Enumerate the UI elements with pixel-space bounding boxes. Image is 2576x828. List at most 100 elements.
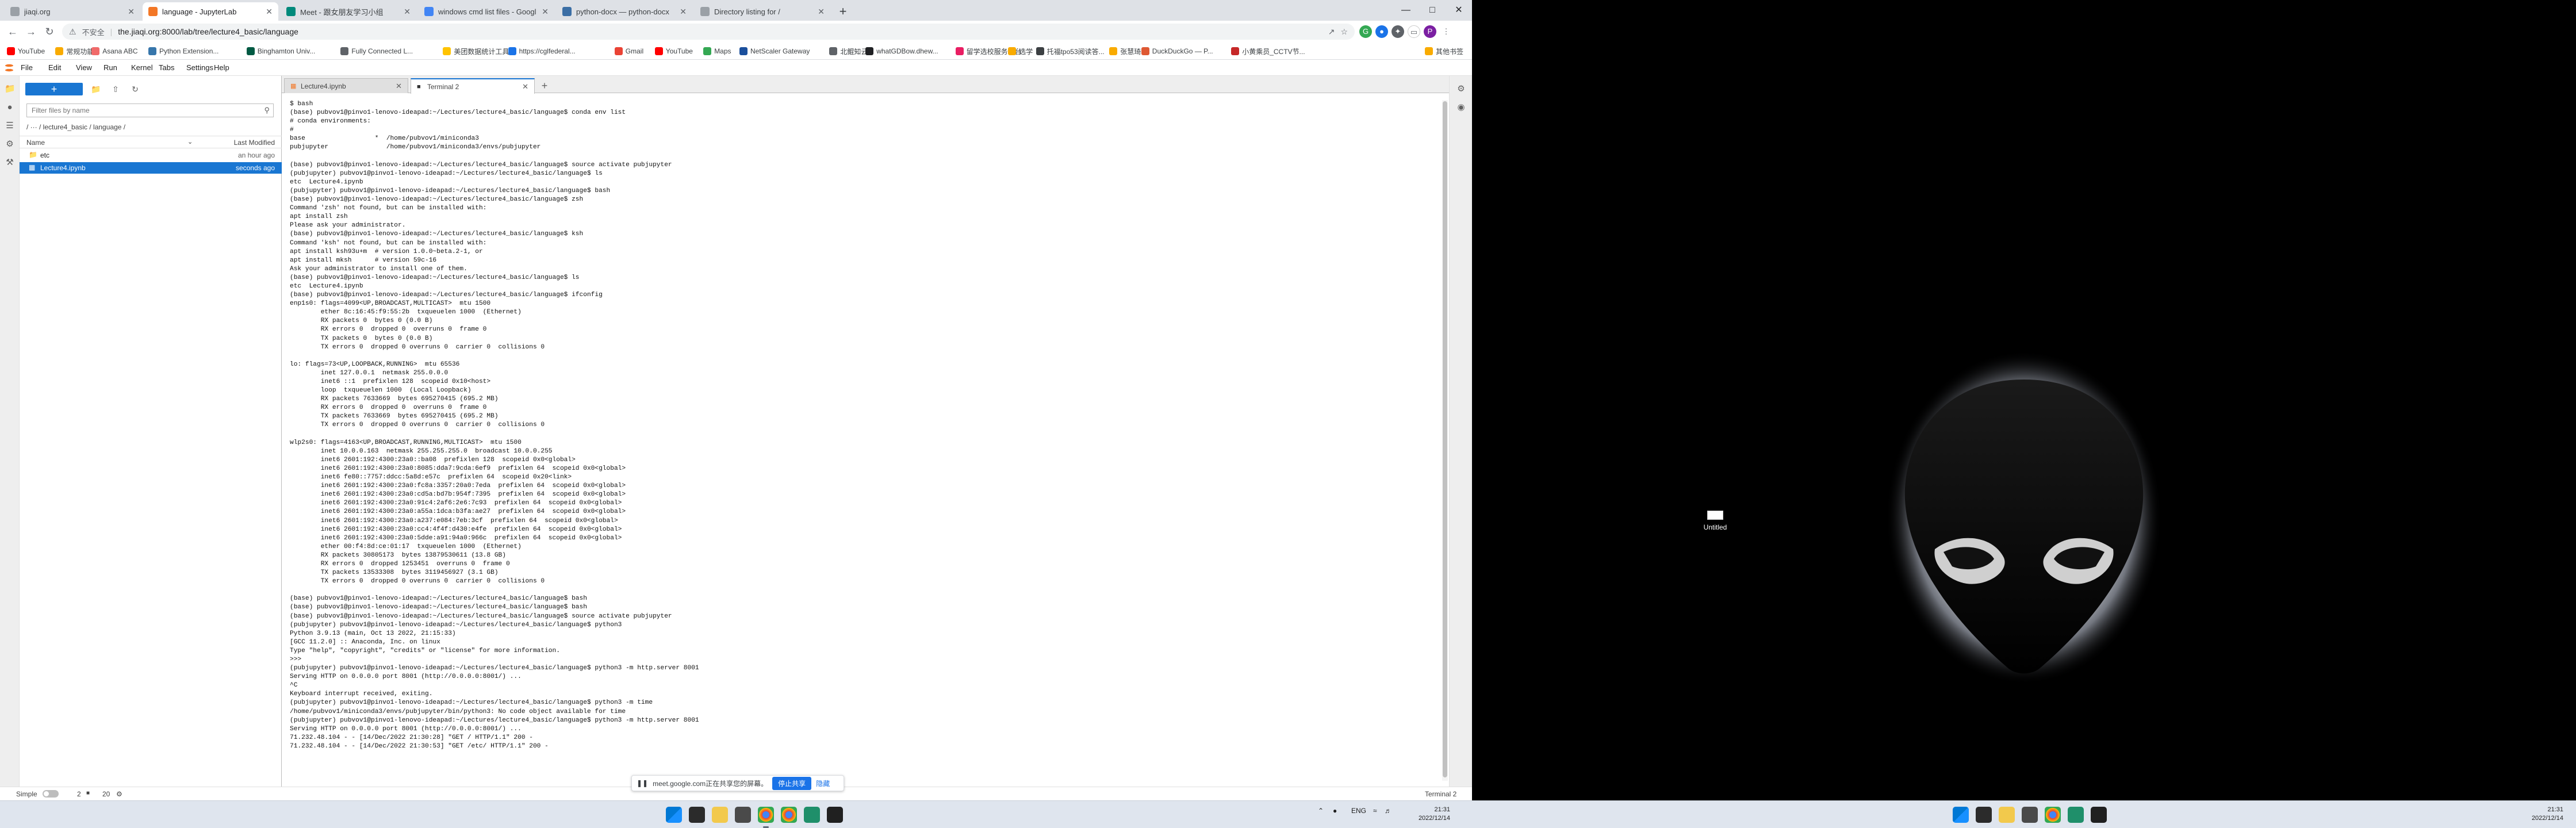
sort-chevron-icon[interactable]: ⌄	[187, 138, 193, 145]
menu-edit[interactable]: Edit	[48, 63, 61, 72]
windows-start-icon[interactable]	[1953, 807, 1969, 823]
bookmark-item[interactable]: Gmail	[614, 46, 643, 56]
back-icon[interactable]: ←	[5, 24, 21, 40]
bookmark-item[interactable]: 北鲲知云	[829, 46, 868, 56]
bookmark-item[interactable]: 选学	[1008, 46, 1033, 56]
bookmark-item[interactable]: https://cglfederal...	[508, 46, 576, 56]
maximize-icon[interactable]: □	[1419, 0, 1446, 21]
bookmark-item[interactable]: NetScaler Gateway	[739, 46, 810, 56]
new-tab-button[interactable]: +	[835, 3, 851, 20]
folder-icon[interactable]: 📁	[5, 84, 16, 94]
commands-icon[interactable]: ☰	[5, 121, 15, 131]
menu-settings[interactable]: Settings	[186, 63, 213, 72]
close-tab-icon[interactable]: ✕	[128, 7, 135, 17]
filter-input[interactable]: Filter files by name ⚲	[26, 103, 274, 117]
wifi-icon[interactable]: ≈	[1373, 807, 1377, 815]
browser-tab[interactable]: Directory listing for / ✕	[695, 2, 830, 21]
menu-help[interactable]: Help	[214, 63, 229, 72]
minimize-icon[interactable]: —	[1393, 0, 1419, 21]
clock[interactable]: 21:31 2022/12/14	[1409, 806, 1450, 823]
close-tab-icon[interactable]: ✕	[522, 82, 528, 91]
bookmark-item[interactable]: YouTube	[7, 46, 45, 56]
extension-icon[interactable]: ●	[1375, 25, 1388, 38]
sidepanel-icon[interactable]: ▭	[1408, 25, 1420, 38]
store-icon[interactable]	[2022, 807, 2038, 823]
file-explorer-icon[interactable]	[1999, 807, 2015, 823]
running-icon[interactable]: ●	[5, 102, 15, 113]
bookmark-item[interactable]: 小黄乘员_CCTV节...	[1231, 46, 1305, 56]
terminal-app-icon[interactable]	[827, 807, 843, 823]
document-tab[interactable]: ■ Terminal 2 ✕	[411, 78, 535, 94]
close-tab-icon[interactable]: ✕	[542, 7, 549, 17]
chrome-icon[interactable]	[758, 807, 774, 823]
debugger-icon[interactable]: ◉	[1456, 102, 1466, 113]
browser-tab[interactable]: language - JupyterLab ✕	[143, 2, 278, 21]
puzzle-icon[interactable]: ✦	[1392, 25, 1404, 38]
breadcrumb[interactable]: / ··· / lecture4_basic / language /	[26, 123, 125, 131]
task-view-icon[interactable]	[689, 807, 705, 823]
bookmark-item[interactable]: 美团数据统计工具...	[443, 46, 515, 56]
desktop-icon-untitled[interactable]: Untitled	[1695, 511, 1735, 545]
terminal-count[interactable]: 20	[102, 790, 110, 798]
close-tab-icon[interactable]: ✕	[266, 7, 273, 17]
close-tab-icon[interactable]: ✕	[396, 82, 402, 91]
clock[interactable]: 21:31 2022/12/14	[2522, 806, 2563, 823]
windows-start-icon[interactable]	[666, 807, 682, 823]
extension-manager-icon[interactable]: ⚒	[5, 158, 15, 168]
store-icon[interactable]	[735, 807, 751, 823]
other-bookmarks[interactable]: 其他书签	[1425, 46, 1463, 56]
close-tab-icon[interactable]: ✕	[404, 7, 411, 17]
bookmark-item[interactable]: 常规功能	[55, 46, 94, 56]
browser-tab[interactable]: windows cmd list files - Googl ✕	[419, 2, 554, 21]
hide-share-bar-button[interactable]: 隐藏	[816, 779, 830, 788]
bookmark-item[interactable]: DuckDuckGo — P...	[1141, 46, 1213, 56]
menu-view[interactable]: View	[76, 63, 92, 72]
bookmark-item[interactable]: whatGDBow.dhew...	[865, 46, 938, 56]
address-bar[interactable]: ⚠ 不安全 | the.jiaqi.org:8000/lab/tree/lect…	[62, 24, 1355, 40]
bookmark-item[interactable]: 张慧琦	[1109, 46, 1141, 56]
file-explorer-icon[interactable]	[712, 807, 728, 823]
bookmark-item[interactable]: Binghamton Univ...	[246, 46, 315, 56]
file-row[interactable]: 📁 etc an hour ago	[20, 150, 282, 161]
terminal-scrollbar[interactable]	[1442, 100, 1448, 781]
simple-mode-toggle[interactable]	[43, 790, 59, 798]
gear-icon[interactable]: ⚙	[1456, 84, 1466, 94]
reload-icon[interactable]: ↻	[41, 24, 57, 40]
menu-run[interactable]: Run	[103, 63, 117, 72]
chrome-menu-icon[interactable]: ⋮	[1440, 25, 1452, 38]
add-tab-button[interactable]: +	[538, 79, 551, 92]
settings-icon[interactable]: ⚙	[116, 790, 122, 798]
chevron-up-icon[interactable]: ⌃	[1318, 807, 1324, 815]
chrome-icon[interactable]	[781, 807, 797, 823]
kernel-count[interactable]: 2	[77, 790, 81, 798]
browser-tab[interactable]: python-docx — python-docx ✕	[557, 2, 692, 21]
bookmark-item[interactable]: Python Extension...	[148, 46, 218, 56]
terminal[interactable]: $ bash (base) pubvov1@pinvo1-lenovo-ideap…	[285, 100, 1439, 781]
new-folder-icon[interactable]: 📁	[90, 83, 102, 95]
menu-tabs[interactable]: Tabs	[159, 63, 174, 72]
stop-sharing-button[interactable]: 停止共享	[772, 776, 812, 790]
upload-icon[interactable]: ⇧	[109, 83, 122, 95]
forward-icon[interactable]: →	[23, 24, 39, 40]
extension-icon[interactable]: G	[1359, 25, 1372, 38]
close-window-icon[interactable]: ✕	[1446, 0, 1472, 21]
share-icon[interactable]: ↗	[1328, 27, 1335, 37]
column-last-modified[interactable]: Last Modified	[234, 139, 275, 147]
bookmark-item[interactable]: Fully Connected L...	[340, 46, 413, 56]
menu-kernel[interactable]: Kernel	[131, 63, 153, 72]
menu-file[interactable]: File	[21, 63, 33, 72]
browser-tab[interactable]: jiaqi.org ✕	[5, 2, 140, 21]
avatar[interactable]: P	[1424, 25, 1436, 38]
app-icon[interactable]	[804, 807, 820, 823]
bookmark-item[interactable]: 托福tpo53阅读答...	[1036, 46, 1105, 56]
file-row[interactable]: ▦ Lecture4.ipynb seconds ago	[20, 162, 282, 174]
bookmark-item[interactable]: Maps	[703, 46, 731, 56]
url-text[interactable]: the.jiaqi.org:8000/lab/tree/lecture4_bas…	[118, 27, 298, 36]
terminal-app-icon[interactable]	[2091, 807, 2107, 823]
app-icon[interactable]	[2068, 807, 2084, 823]
column-name[interactable]: Name	[26, 139, 45, 147]
browser-tab[interactable]: Meet - 跟女朋友学习小组 ✕	[281, 2, 416, 21]
close-tab-icon[interactable]: ✕	[680, 7, 687, 17]
refresh-icon[interactable]: ↻	[129, 83, 141, 95]
bookmark-item[interactable]: Asana ABC	[91, 46, 138, 56]
